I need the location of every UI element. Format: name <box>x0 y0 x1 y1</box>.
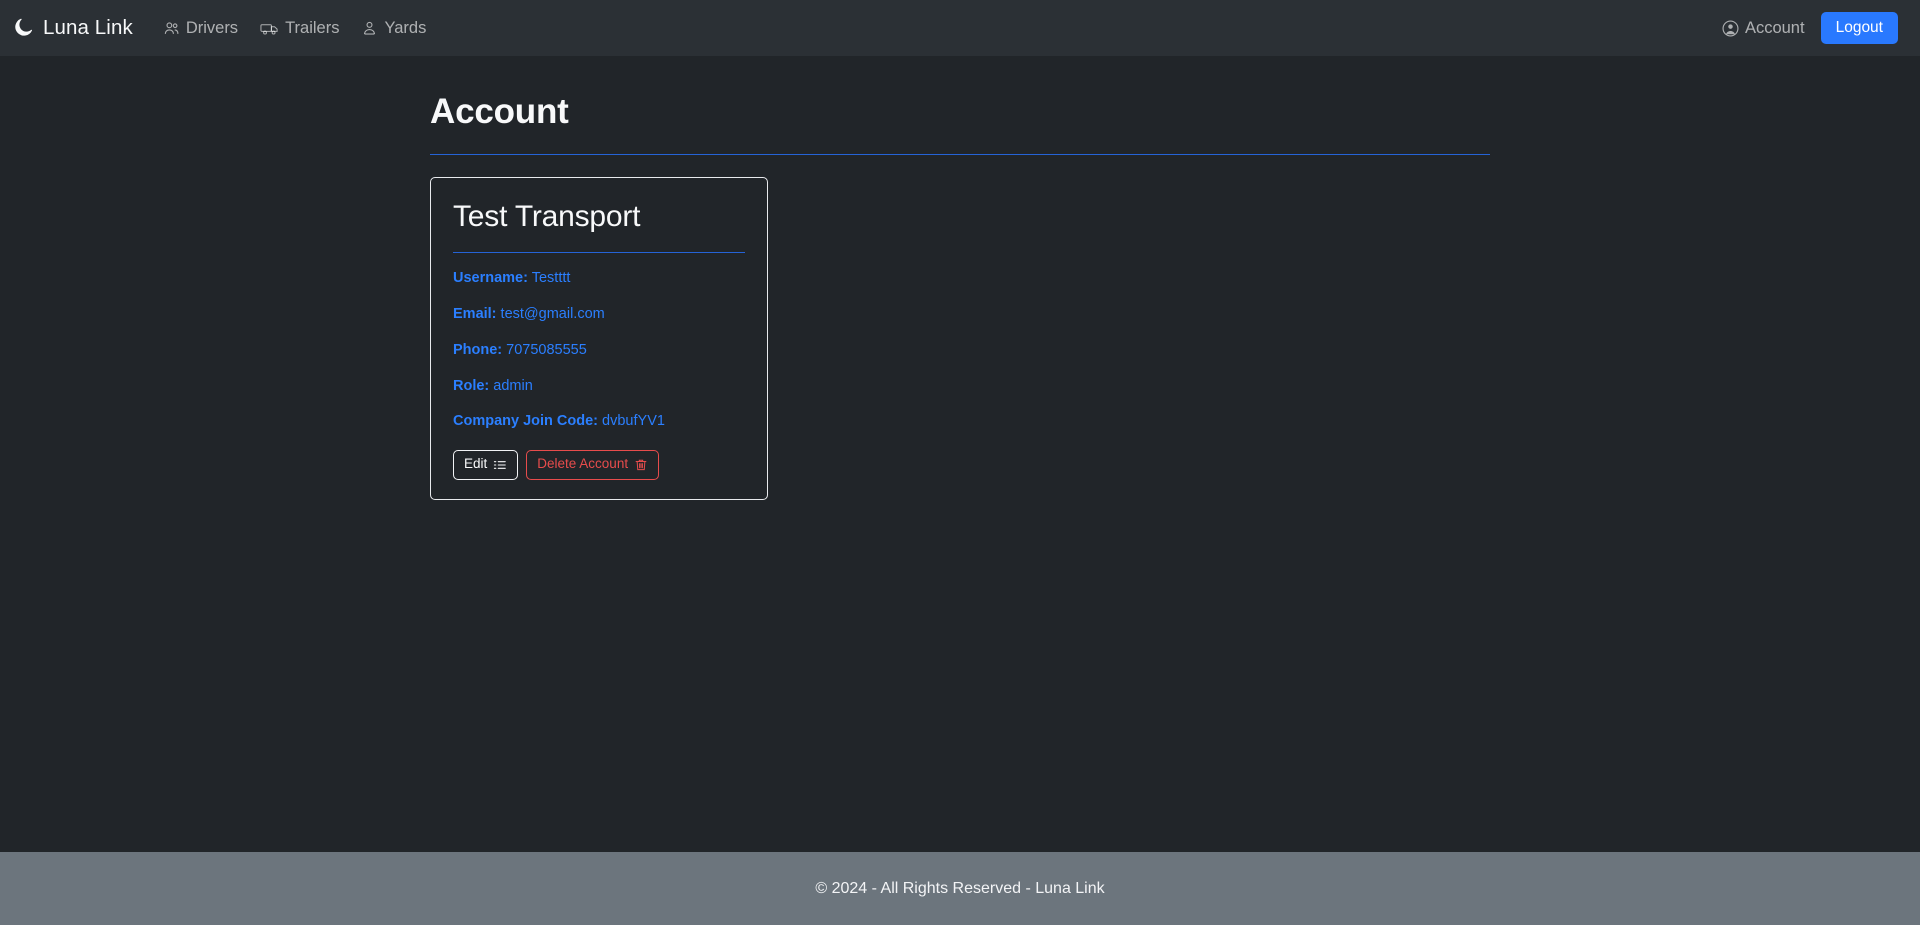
nav-link-label: Drivers <box>185 18 239 37</box>
trash-icon <box>634 458 648 472</box>
brand-label: Luna Link <box>43 16 133 39</box>
detail-label: Email: <box>453 305 497 322</box>
content-container: Account Test Transport Username: Testttt… <box>430 56 1490 501</box>
trailer-truck-icon <box>260 20 279 37</box>
edit-button-label: Edit <box>464 456 488 472</box>
footer-text: © 2024 - All Rights Reserved - Luna Link <box>815 879 1105 897</box>
account-card-actions: Edit Delete Account <box>453 450 745 481</box>
detail-label: Username: <box>453 270 528 286</box>
list-icon <box>493 458 507 472</box>
detail-row-phone: Phone: 7075085555 <box>453 341 745 360</box>
nav-link-trailers[interactable]: Trailers <box>260 20 339 37</box>
user-circle-icon <box>1722 20 1739 37</box>
nav-link-drivers[interactable]: Drivers <box>163 20 238 37</box>
detail-label: Company Join Code: <box>453 413 599 430</box>
edit-button[interactable]: Edit <box>453 450 519 481</box>
navbar: Luna Link Drivers Trailers Yards Account… <box>0 0 1920 56</box>
navbar-right: Account Logout <box>1722 11 1898 45</box>
detail-row-company-join-code: Company Join Code: dvbufYV1 <box>453 412 745 431</box>
detail-label: Phone: <box>453 341 503 358</box>
detail-row-email: Email: test@gmail.com <box>453 305 745 324</box>
nav-link-label: Account <box>1744 18 1805 37</box>
detail-value: dvbufYV1 <box>602 413 665 430</box>
account-card-header: Test Transport <box>431 178 767 253</box>
nav-link-yards[interactable]: Yards <box>361 20 426 37</box>
account-card-body: Username: Testttt Email: test@gmail.com … <box>431 253 767 499</box>
account-card: Test Transport Username: Testttt Email: … <box>430 177 768 501</box>
people-icon <box>163 20 180 37</box>
nav-link-label: Yards <box>384 18 427 37</box>
page-title: Account <box>430 92 1490 155</box>
delete-account-button[interactable]: Delete Account <box>526 450 660 481</box>
delete-button-label: Delete Account <box>537 456 629 472</box>
detail-value: test@gmail.com <box>500 305 605 322</box>
nav-links: Drivers Trailers Yards <box>163 20 426 37</box>
moon-icon <box>14 18 34 38</box>
footer: © 2024 - All Rights Reserved - Luna Link <box>0 852 1920 925</box>
nav-link-label: Trailers <box>285 18 340 37</box>
detail-value: Testttt <box>531 270 571 286</box>
detail-label: Role: <box>453 377 490 394</box>
detail-row-username: Username: Testttt <box>453 269 745 288</box>
detail-value: 7075085555 <box>506 341 587 358</box>
app-root: Luna Link Drivers Trailers Yards Account… <box>0 0 1920 925</box>
logout-button[interactable]: Logout <box>1820 11 1898 45</box>
main-content: Account Test Transport Username: Testttt… <box>0 56 1920 852</box>
person-pin-icon <box>361 20 378 37</box>
detail-row-role: Role: admin <box>453 377 745 396</box>
brand-logo[interactable]: Luna Link <box>14 16 133 40</box>
company-name: Test Transport <box>453 200 745 253</box>
nav-link-account[interactable]: Account <box>1722 20 1805 37</box>
detail-value: admin <box>493 377 533 394</box>
